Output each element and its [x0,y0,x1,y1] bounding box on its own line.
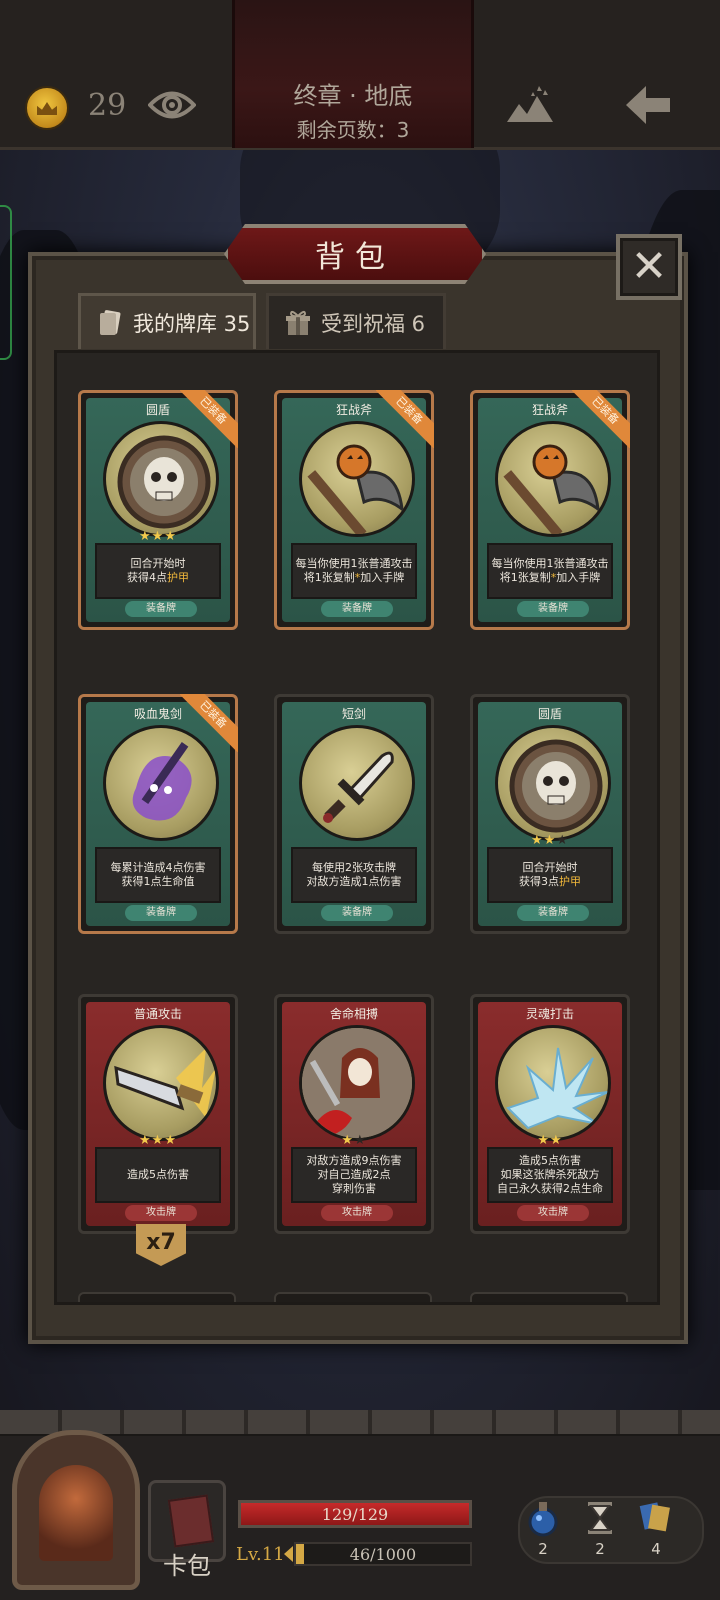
side-indicator [0,205,12,360]
card-desperate-fight[interactable]: 舍命相搏 ★★ 对敌方造成9点伤害 对自己造成2点 穿刺伤害 攻击牌 [274,994,434,1234]
sword-slash-icon [103,1025,219,1141]
card-next-row-edge [470,1292,628,1302]
card-berserker-axe[interactable]: 狂战斧 每当你使用1张普通攻击 将1张复制*加入手牌 装备牌 已装备 [470,390,630,630]
star-rating: ★★★ [139,529,177,544]
potion-count: 2 [538,1540,548,1558]
hero-portrait[interactable] [12,1430,140,1590]
gift-icon [286,310,310,335]
coin-count: 29 [88,88,127,123]
card-type: 装备牌 [125,601,197,617]
card-type: 装备牌 [517,601,589,617]
card-type: 装备牌 [321,905,393,921]
level-label: Lv.11 [236,1544,285,1565]
card-name: 圆盾 [537,707,562,721]
card-description: 对敌方造成9点伤害 对自己造成2点 穿刺伤害 [291,1147,417,1203]
close-icon: ✕ [630,241,668,292]
star-rating: ★★ [341,1133,367,1148]
short-sword-icon [299,725,415,841]
card-description: 造成5点伤害 [95,1147,221,1203]
card-type: 攻击牌 [517,1205,589,1221]
card-name: 短剑 [341,707,366,721]
skull-shield-icon [495,725,611,841]
backpack-title: 背包 [315,240,395,275]
card-type: 装备牌 [321,601,393,617]
card-next-row-edge [274,1292,432,1302]
card-type: 攻击牌 [125,1205,197,1221]
card-description: 回合开始时 获得4点护甲 [95,543,221,599]
card-type: 装备牌 [517,905,589,921]
card-description: 每累计造成4点伤害 获得1点生命值 [95,847,221,903]
card-deck-icon [100,309,121,335]
chapter-banner: 终章 · 地底 剩余页数：3 [232,0,474,148]
card-description: 每当你使用1张普通攻击 将1张复制*加入手牌 [487,543,613,599]
card-description: 每当你使用1张普通攻击 将1张复制*加入手牌 [291,543,417,599]
star-rating: ★★ [537,1133,563,1148]
equipped-ribbon: 已装备 [180,390,238,448]
card-soul-strike[interactable]: 灵魂打击 ★★ 造成5点伤害 如果这张牌杀死敌方 自己永久获得2点生命 攻击牌 [470,994,630,1234]
card-type: 攻击牌 [321,1205,393,1221]
xp-bar: 46/1000 [294,1542,472,1566]
close-button[interactable]: ✕ [616,234,682,300]
tab-my-deck[interactable]: 我的牌库 35 [78,293,256,349]
hp-text: 129/129 [321,1505,389,1524]
hourglass-icon[interactable] [580,1498,620,1538]
card-round-shield[interactable]: 圆盾 ★★★ 回合开始时 获得3点护甲 装备牌 [470,694,630,934]
potion-icon[interactable] [523,1498,563,1538]
tab-my-deck-label: 我的牌库 35 [133,311,251,336]
hooded-warrior-icon [299,1025,415,1141]
pages-remaining: 剩余页数：3 [296,118,410,142]
card-name: 灵魂打击 [525,1007,574,1021]
map-icon[interactable] [505,82,555,128]
equipped-ribbon: 已装备 [376,390,434,448]
backpack-title-banner: 背包 [224,224,486,284]
ice-shard-icon [495,1025,611,1141]
card-description: 造成5点伤害 如果这张牌杀死敌方 自己永久获得2点生命 [487,1147,613,1203]
hp-bar: 129/129 [238,1500,472,1528]
card-type: 装备牌 [125,905,197,921]
top-bar: 29 终章 · 地底 剩余页数：3 [0,0,720,150]
chapter-title: 终章 · 地底 [293,82,413,110]
xp-arrow-icon [284,1546,293,1562]
card-vampire-sword[interactable]: 吸血鬼剑 每累计造成4点伤害 获得1点生命值 装备牌 已装备 [78,694,238,934]
back-arrow-icon[interactable] [622,82,674,128]
card-short-sword[interactable]: 短剑 每使用2张攻击牌 对敌方造成1点伤害 装备牌 [274,694,434,934]
card-bag-label: 卡包 [163,1552,211,1580]
card-description: 每使用2张攻击牌 对敌方造成1点伤害 [291,847,417,903]
equipped-ribbon: 已装备 [572,390,630,448]
tab-blessings-label: 受到祝福 6 [321,311,426,336]
star-rating: ★★★ [139,1133,177,1148]
hourglass-count: 2 [595,1540,605,1558]
eye-icon[interactable] [148,88,196,122]
card-next-row-edge [78,1292,236,1302]
equipped-ribbon: 已装备 [180,694,238,752]
card-round-shield[interactable]: 圆盾 ★★★ 回合开始时 获得4点护甲 装备牌 已装备 [78,390,238,630]
card-berserker-axe[interactable]: 狂战斧 每当你使用1张普通攻击 将1张复制*加入手牌 装备牌 已装备 [274,390,434,630]
stone-wall [0,1410,720,1436]
card-description: 回合开始时 获得3点护甲 [487,847,613,903]
cards-count: 4 [651,1540,661,1558]
xp-text: 46/1000 [349,1545,417,1564]
card-name: 舍命相搏 [329,1007,378,1021]
gold-coin-icon [25,86,69,130]
star-rating: ★★★ [531,833,569,848]
tab-blessings[interactable]: 受到祝福 6 [266,293,446,349]
card-name: 普通攻击 [133,1007,182,1021]
card-basic-attack[interactable]: 普通攻击 ★★★ 造成5点伤害 攻击牌 [78,994,238,1234]
cards-icon[interactable] [636,1498,676,1538]
